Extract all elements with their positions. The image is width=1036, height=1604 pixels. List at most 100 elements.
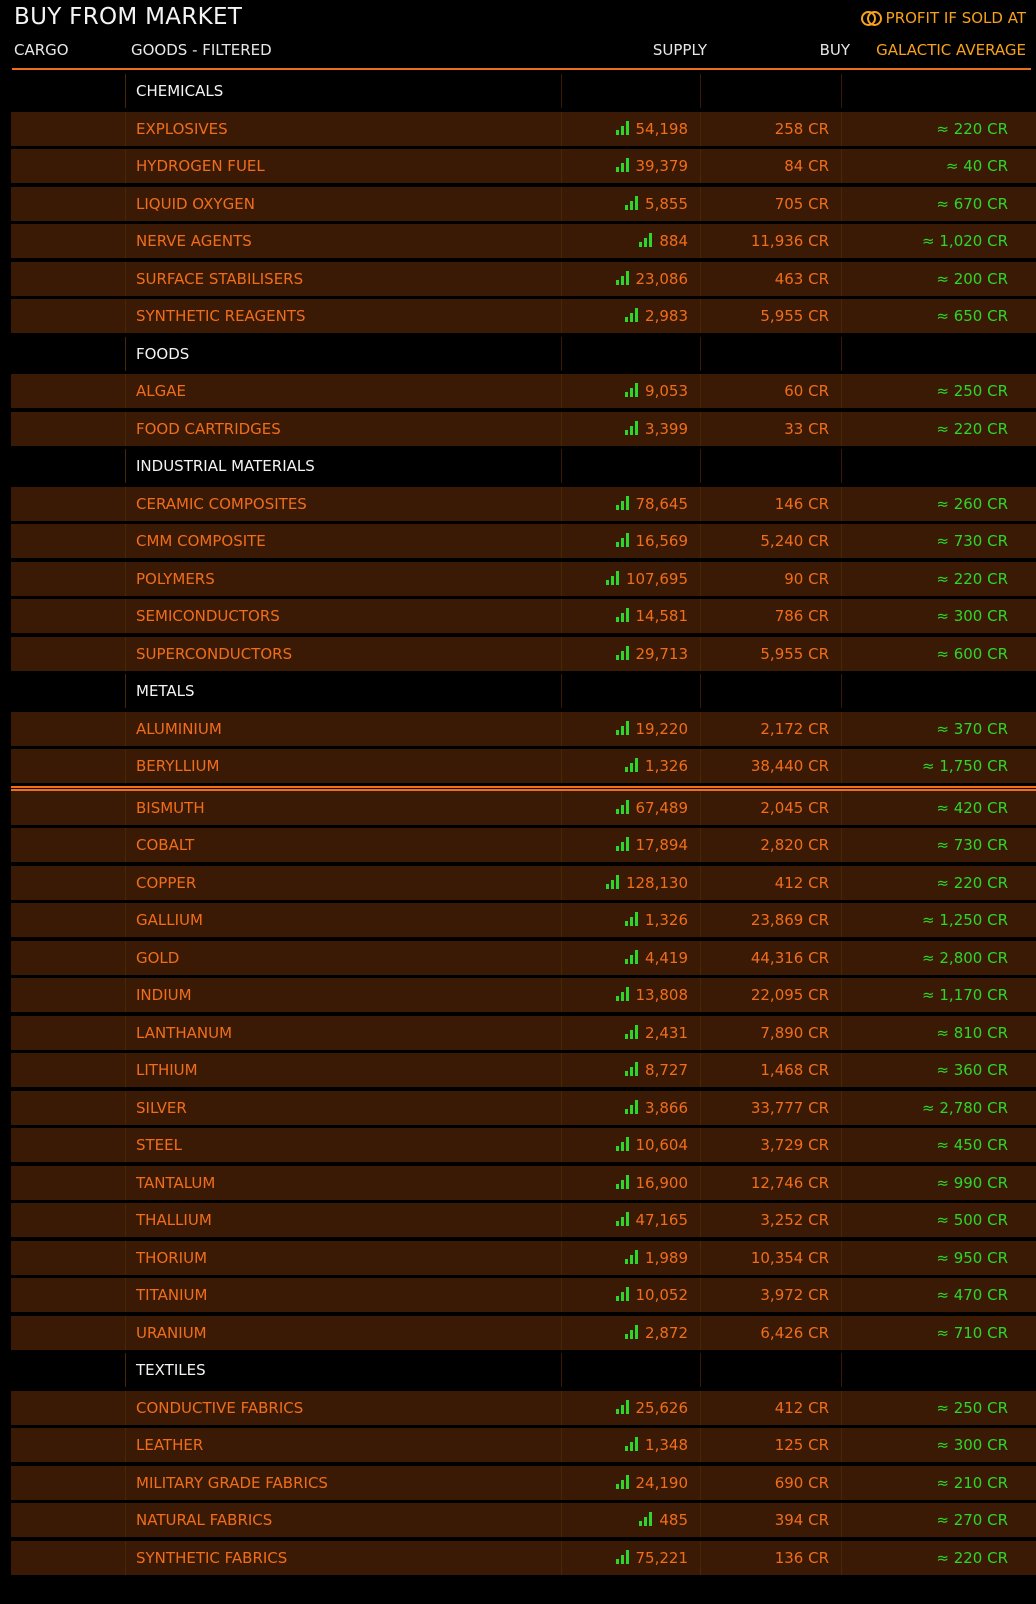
- signal-bars-icon: [615, 1550, 630, 1564]
- supply-value: 39,379: [635, 157, 689, 175]
- cargo-cell: [11, 524, 125, 558]
- signal-bars-icon: [615, 608, 630, 622]
- buy-price: 60 CR: [700, 374, 841, 408]
- table-row[interactable]: THALLIUM 47,165 3,252 CR ≈ 500 CR: [11, 1203, 1036, 1237]
- header-divider: [12, 68, 1031, 70]
- buy-price: 2,820 CR: [700, 828, 841, 862]
- cargo-cell: [11, 374, 125, 408]
- table-row[interactable]: FOOD CARTRIDGES 3,399 33 CR ≈ 220 CR: [11, 412, 1036, 446]
- signal-bars-icon: [625, 421, 639, 435]
- category-label: FOODS: [125, 337, 556, 371]
- cargo-cell: [11, 337, 125, 371]
- table-row[interactable]: ALGAE 9,053 60 CR ≈ 250 CR: [11, 374, 1036, 408]
- table-row[interactable]: POLYMERS 107,695 90 CR ≈ 220 CR: [11, 562, 1036, 596]
- cargo-cell: [11, 1391, 125, 1425]
- table-row[interactable]: NATURAL FABRICS 485 394 CR ≈ 270 CR: [11, 1503, 1036, 1537]
- supply-value: 14,581: [635, 607, 689, 625]
- column-header-supply[interactable]: SUPPLY: [653, 41, 707, 59]
- supply-value: 17,894: [635, 836, 689, 854]
- signal-bars-icon: [615, 158, 630, 172]
- commodity-name: CMM COMPOSITE: [125, 524, 556, 558]
- table-row[interactable]: SYNTHETIC REAGENTS 2,983 5,955 CR ≈ 650 CR: [11, 299, 1036, 333]
- buy-cell: [700, 674, 841, 708]
- table-row[interactable]: BERYLLIUM 1,326 38,440 CR ≈ 1,750 CR: [11, 749, 1036, 783]
- buy-price: 690 CR: [700, 1466, 841, 1500]
- table-row[interactable]: TITANIUM 10,052 3,972 CR ≈ 470 CR: [11, 1278, 1036, 1312]
- column-header-goods[interactable]: GOODS - FILTERED: [131, 41, 272, 59]
- table-row[interactable]: LEATHER 1,348 125 CR ≈ 300 CR: [11, 1428, 1036, 1462]
- cargo-cell: [11, 637, 125, 671]
- table-row[interactable]: INDIUM 13,808 22,095 CR ≈ 1,170 CR: [11, 978, 1036, 1012]
- column-header-cargo[interactable]: CARGO: [14, 41, 69, 59]
- buy-price: 90 CR: [700, 562, 841, 596]
- commodity-name: NERVE AGENTS: [125, 224, 556, 258]
- table-row[interactable]: NERVE AGENTS 884 11,936 CR ≈ 1,020 CR: [11, 224, 1036, 258]
- buy-price: 33,777 CR: [700, 1091, 841, 1125]
- table-row[interactable]: URANIUM 2,872 6,426 CR ≈ 710 CR: [11, 1316, 1036, 1350]
- table-row[interactable]: TANTALUM 16,900 12,746 CR ≈ 990 CR: [11, 1166, 1036, 1200]
- commodity-name: COPPER: [125, 866, 556, 900]
- signal-bars-icon: [625, 758, 639, 772]
- table-row[interactable]: SUPERCONDUCTORS 29,713 5,955 CR ≈ 600 CR: [11, 637, 1036, 671]
- table-row[interactable]: CONDUCTIVE FABRICS 25,626 412 CR ≈ 250 CR: [11, 1391, 1036, 1425]
- commodity-name: LIQUID OXYGEN: [125, 187, 556, 221]
- commodity-name: BERYLLIUM: [125, 749, 556, 783]
- table-row[interactable]: MILITARY GRADE FABRICS 24,190 690 CR ≈ 210 …: [11, 1466, 1036, 1500]
- column-header-galactic-average[interactable]: GALACTIC AVERAGE: [876, 41, 1026, 59]
- galactic-average: ≈ 210 CR: [841, 1466, 1036, 1500]
- supply-cell: [561, 74, 700, 108]
- commodity-name: SURFACE STABILISERS: [125, 262, 556, 296]
- table-row[interactable]: BISMUTH 67,489 2,045 CR ≈ 420 CR: [11, 791, 1036, 825]
- table-row[interactable]: CERAMIC COMPOSITES 78,645 146 CR ≈ 260 CR: [11, 487, 1036, 521]
- galactic-average: ≈ 2,780 CR: [841, 1091, 1036, 1125]
- cargo-cell: [11, 112, 125, 146]
- buy-price: 7,890 CR: [700, 1016, 841, 1050]
- column-header-buy[interactable]: BUY: [820, 41, 850, 59]
- average-cell: [841, 337, 1036, 371]
- table-row[interactable]: SILVER 3,866 33,777 CR ≈ 2,780 CR: [11, 1091, 1036, 1125]
- buy-price: 84 CR: [700, 149, 841, 183]
- table-row[interactable]: CMM COMPOSITE 16,569 5,240 CR ≈ 730 CR: [11, 524, 1036, 558]
- supply-value: 24,190: [635, 1474, 689, 1492]
- signal-bars-icon: [605, 875, 620, 889]
- galactic-average: ≈ 950 CR: [841, 1241, 1036, 1275]
- galactic-average: ≈ 710 CR: [841, 1316, 1036, 1350]
- table-row[interactable]: SYNTHETIC FABRICS 75,221 136 CR ≈ 220 CR: [11, 1541, 1036, 1575]
- signal-bars-icon: [625, 1025, 639, 1039]
- buy-price: 44,316 CR: [700, 941, 841, 975]
- signal-bars-icon: [615, 1212, 630, 1226]
- category-label: METALS: [125, 674, 556, 708]
- table-row[interactable]: THORIUM 1,989 10,354 CR ≈ 950 CR: [11, 1241, 1036, 1275]
- table-row[interactable]: HYDROGEN FUEL 39,379 84 CR ≈ 40 CR: [11, 149, 1036, 183]
- table-row[interactable]: LIQUID OXYGEN 5,855 705 CR ≈ 670 CR: [11, 187, 1036, 221]
- cargo-cell: [11, 941, 125, 975]
- commodity-name: FOOD CARTRIDGES: [125, 412, 556, 446]
- signal-bars-icon: [625, 1062, 639, 1076]
- table-row[interactable]: COPPER 128,130 412 CR ≈ 220 CR: [11, 866, 1036, 900]
- commodity-name: CERAMIC COMPOSITES: [125, 487, 556, 521]
- table-row[interactable]: GALLIUM 1,326 23,869 CR ≈ 1,250 CR: [11, 903, 1036, 937]
- table-row[interactable]: LANTHANUM 2,431 7,890 CR ≈ 810 CR: [11, 1016, 1036, 1050]
- profit-hint-label: PROFIT IF SOLD AT: [885, 9, 1026, 27]
- galactic-average: ≈ 270 CR: [841, 1503, 1036, 1537]
- table-row[interactable]: LITHIUM 8,727 1,468 CR ≈ 360 CR: [11, 1053, 1036, 1087]
- table-row[interactable]: SEMICONDUCTORS 14,581 786 CR ≈ 300 CR: [11, 599, 1036, 633]
- table-row[interactable]: STEEL 10,604 3,729 CR ≈ 450 CR: [11, 1128, 1036, 1162]
- galactic-average: ≈ 220 CR: [841, 412, 1036, 446]
- buy-price: 6,426 CR: [700, 1316, 841, 1350]
- cargo-cell: [11, 749, 125, 783]
- supply-cell: 10,604: [561, 1128, 700, 1162]
- table-row[interactable]: GOLD 4,419 44,316 CR ≈ 2,800 CR: [11, 941, 1036, 975]
- profit-hint[interactable]: PROFIT IF SOLD AT: [860, 9, 1026, 27]
- table-row[interactable]: COBALT 17,894 2,820 CR ≈ 730 CR: [11, 828, 1036, 862]
- table-row[interactable]: ALUMINIUM 19,220 2,172 CR ≈ 370 CR: [11, 712, 1036, 746]
- table-row[interactable]: EXPLOSIVES 54,198 258 CR ≈ 220 CR: [11, 112, 1036, 146]
- category-label: INDUSTRIAL MATERIALS: [125, 449, 556, 483]
- galactic-average: ≈ 810 CR: [841, 1016, 1036, 1050]
- supply-value: 9,053: [645, 382, 688, 400]
- buy-cell: [700, 337, 841, 371]
- table-row[interactable]: SURFACE STABILISERS 23,086 463 CR ≈ 200 CR: [11, 262, 1036, 296]
- commodity-name: SYNTHETIC REAGENTS: [125, 299, 556, 333]
- signal-bars-icon: [615, 1175, 630, 1189]
- galactic-average: ≈ 220 CR: [841, 866, 1036, 900]
